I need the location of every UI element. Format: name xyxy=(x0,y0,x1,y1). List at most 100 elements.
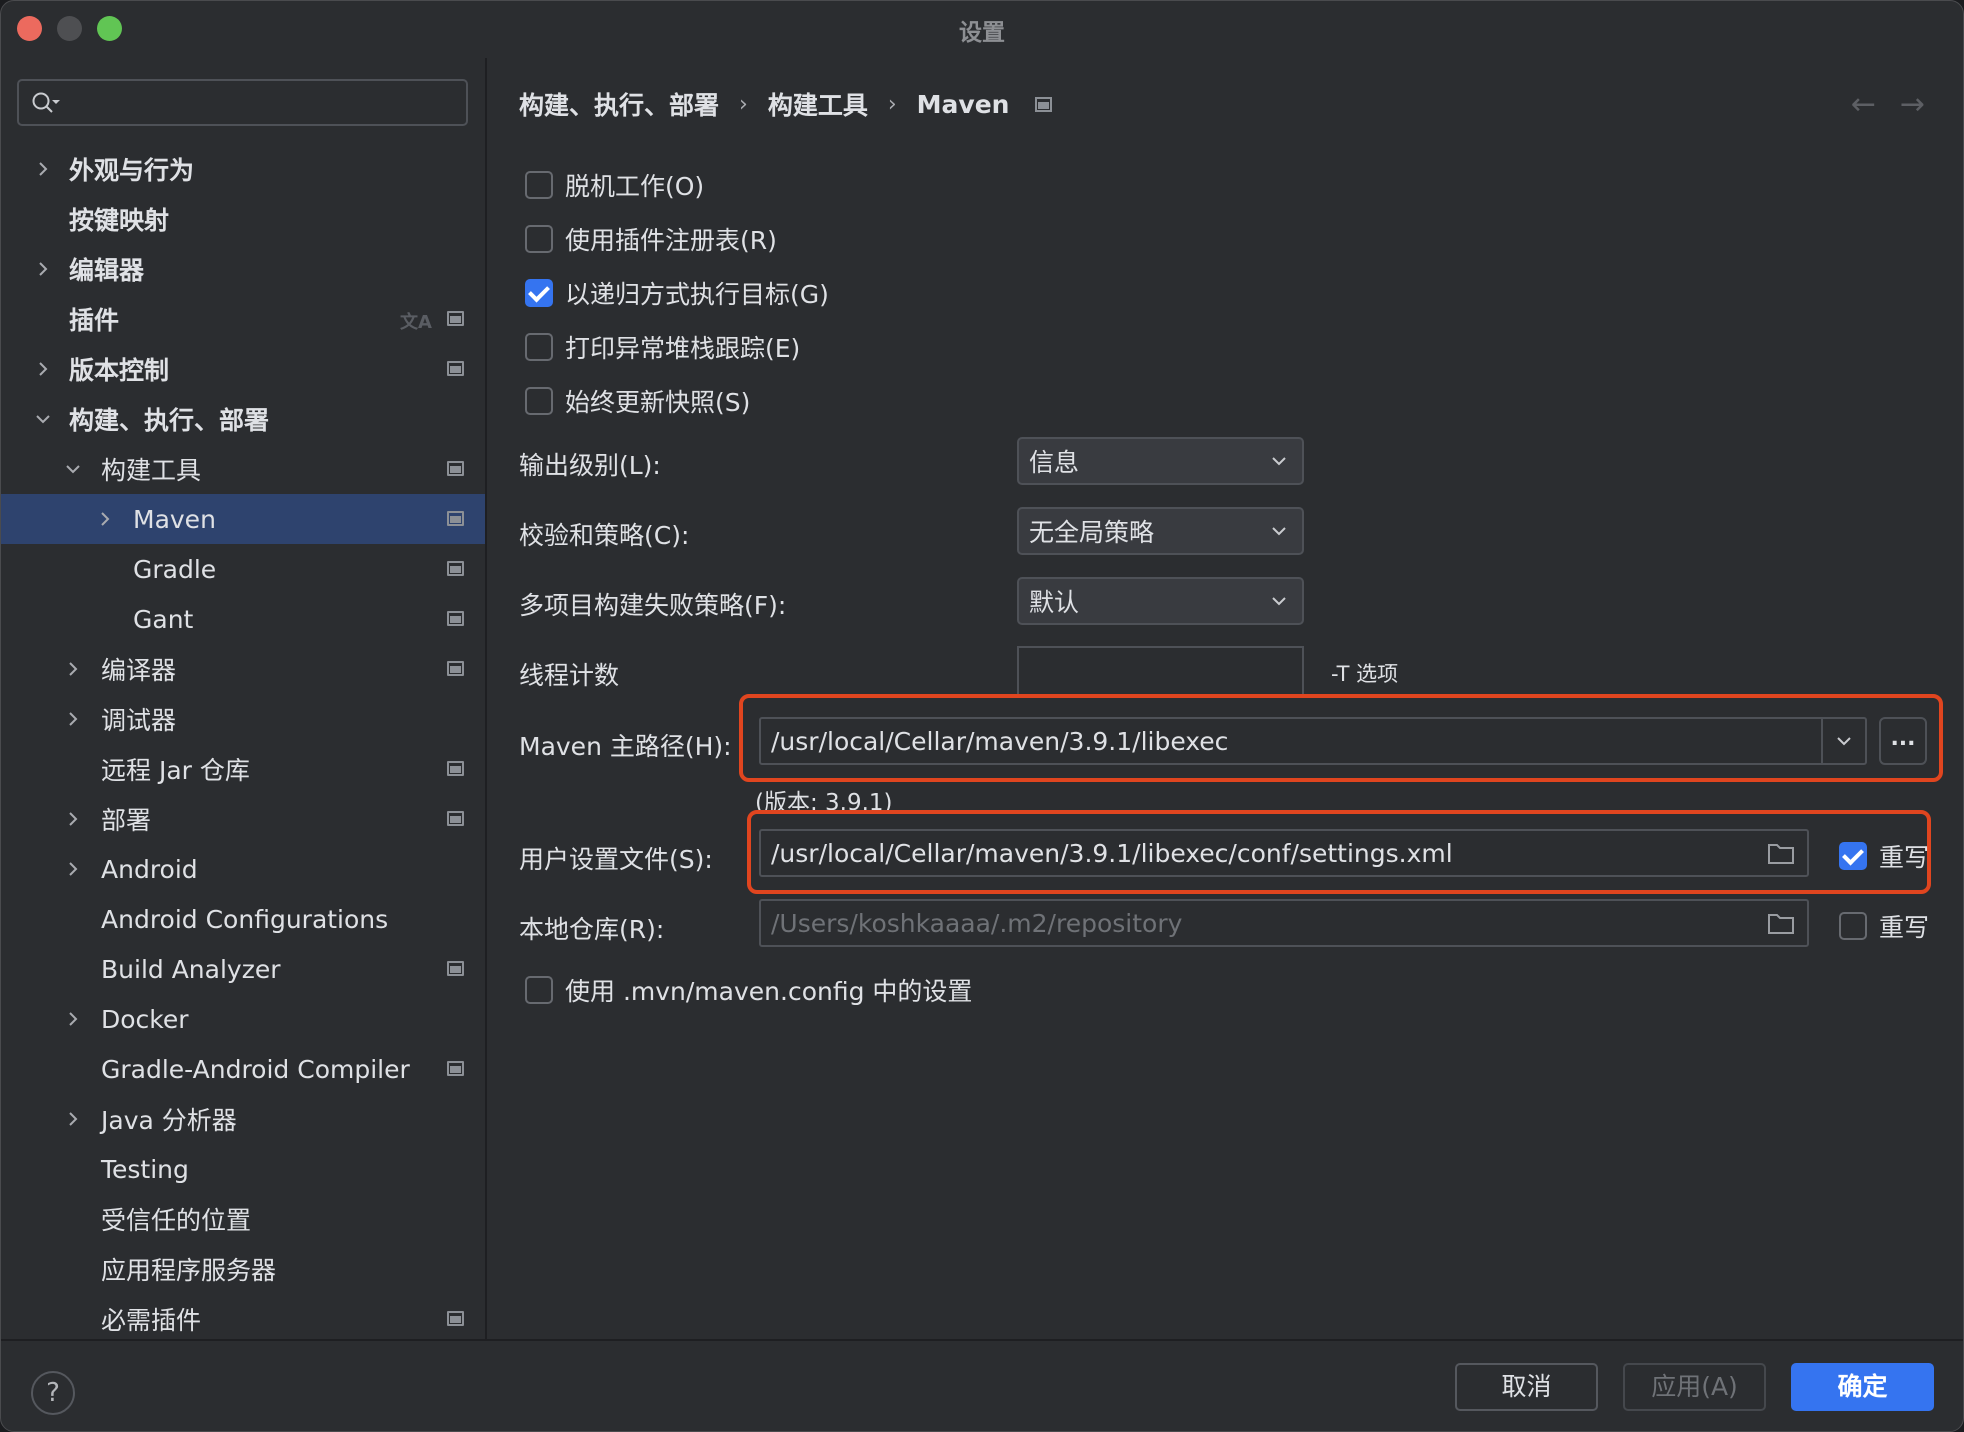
chevron-right-icon[interactable] xyxy=(63,809,83,829)
maven-home-select[interactable]: /usr/local/Cellar/maven/3.9.1/libexec xyxy=(759,717,1867,765)
maven-home-value: /usr/local/Cellar/maven/3.9.1/libexec xyxy=(771,726,1229,756)
checksum-policy-select[interactable]: 无全局策略 xyxy=(1017,507,1304,555)
chevron-right-icon[interactable] xyxy=(33,359,53,379)
project-level-icon xyxy=(447,561,464,576)
maven-home-dropdown-button[interactable] xyxy=(1821,719,1865,763)
chevron-down-icon[interactable] xyxy=(63,459,83,479)
chevron-right-icon[interactable] xyxy=(63,659,83,679)
ok-button[interactable]: 确定 xyxy=(1791,1363,1934,1411)
breadcrumb-item-current: Maven xyxy=(916,89,1010,119)
option-checkbox-row[interactable]: 使用插件注册表(R) xyxy=(525,221,777,257)
option-checkbox-row[interactable]: 脱机工作(O) xyxy=(525,167,704,203)
use-mvn-config-checkbox[interactable] xyxy=(525,976,553,1004)
option-checkbox[interactable] xyxy=(525,279,553,307)
sidebar-item[interactable]: 部署 xyxy=(1,794,485,844)
sidebar-item[interactable]: Docker xyxy=(1,994,485,1044)
maven-home-label: Maven 主路径(H): xyxy=(519,732,732,761)
breadcrumb-separator-icon: › xyxy=(887,91,897,117)
sidebar-item[interactable]: 编辑器 xyxy=(1,244,485,294)
sidebar-item[interactable]: Gradle-Android Compiler xyxy=(1,1044,485,1094)
multiproject-fail-value: 默认 xyxy=(1029,588,1080,617)
sidebar-item[interactable]: 按键映射 xyxy=(1,194,485,244)
sidebar-item[interactable]: Maven xyxy=(1,494,485,544)
option-checkbox[interactable] xyxy=(525,333,553,361)
maven-settings-panel: 构建、执行、部署 › 构建工具 › Maven ← → 脱机工作(O) 使用插件注… xyxy=(487,56,1963,1339)
sidebar-item-label: 编辑器 xyxy=(69,256,145,285)
sidebar-item-label: 部署 xyxy=(101,806,152,835)
folder-icon[interactable] xyxy=(1767,842,1795,866)
chevron-right-icon[interactable] xyxy=(63,859,83,879)
sidebar-item-label: 按键映射 xyxy=(69,206,170,235)
chevron-right-icon[interactable] xyxy=(63,1109,83,1129)
sidebar-item[interactable]: 远程 Jar 仓库 xyxy=(1,744,485,794)
sidebar-item-label: Java 分析器 xyxy=(101,1106,237,1135)
option-checkbox-row[interactable]: 以递归方式执行目标(G) xyxy=(525,275,829,311)
sidebar-item[interactable]: Gradle xyxy=(1,544,485,594)
dialog-footer: ? 取消 应用(A) 确定 xyxy=(1,1339,1963,1431)
maven-home-browse-button[interactable]: ... xyxy=(1879,717,1927,765)
chevron-right-icon[interactable] xyxy=(95,509,115,529)
sidebar-item-label: Android xyxy=(101,854,198,884)
thread-count-label: 线程计数 xyxy=(519,661,620,690)
local-repo-input[interactable]: /Users/koshkaaaa/.m2/repository xyxy=(759,899,1809,947)
sidebar-item-label: Gradle-Android Compiler xyxy=(101,1054,410,1084)
sidebar-item[interactable]: 版本控制 xyxy=(1,344,485,394)
output-level-select[interactable]: 信息 xyxy=(1017,437,1304,485)
window-title: 设置 xyxy=(959,20,1005,46)
option-checkbox[interactable] xyxy=(525,225,553,253)
chevron-right-icon[interactable] xyxy=(63,709,83,729)
settings-search-input[interactable] xyxy=(17,79,468,126)
sidebar-item[interactable]: Build Analyzer xyxy=(1,944,485,994)
sidebar-item[interactable]: Java 分析器 xyxy=(1,1094,485,1144)
option-checkbox-row[interactable]: 打印异常堆栈跟踪(E) xyxy=(525,329,800,365)
sidebar-item[interactable]: Testing xyxy=(1,1144,485,1194)
forward-arrow-icon[interactable]: → xyxy=(1900,90,1925,120)
sidebar-item[interactable]: 调试器 xyxy=(1,694,485,744)
option-checkbox[interactable] xyxy=(525,171,553,199)
history-navigation: ← → xyxy=(1851,90,1925,120)
sidebar-item[interactable]: Android xyxy=(1,844,485,894)
use-mvn-config-checkbox-row[interactable]: 使用 .mvn/maven.config 中的设置 xyxy=(525,972,972,1008)
breadcrumb-separator-icon: › xyxy=(739,91,748,117)
multiproject-fail-select[interactable]: 默认 xyxy=(1017,577,1304,625)
local-repo-override-label: 重写 xyxy=(1879,913,1930,942)
user-settings-input[interactable]: /usr/local/Cellar/maven/3.9.1/libexec/co… xyxy=(759,829,1809,877)
sidebar-item[interactable]: Android Configurations xyxy=(1,894,485,944)
sidebar-item[interactable]: 受信任的位置 xyxy=(1,1194,485,1244)
output-level-value: 信息 xyxy=(1029,448,1080,477)
chevron-right-icon[interactable] xyxy=(33,259,53,279)
sidebar-item-label: 外观与行为 xyxy=(69,156,195,185)
project-level-icon xyxy=(447,611,464,626)
sidebar-item[interactable]: 外观与行为 xyxy=(1,144,485,194)
chevron-right-icon[interactable] xyxy=(33,159,53,179)
sidebar-item-label: Gant xyxy=(133,604,194,634)
sidebar-item-label: 构建工具 xyxy=(101,456,202,485)
sidebar-item[interactable]: Gant xyxy=(1,594,485,644)
multiproject-fail-label: 多项目构建失败策略(F): xyxy=(519,591,787,620)
back-arrow-icon[interactable]: ← xyxy=(1851,90,1876,120)
thread-count-input[interactable] xyxy=(1017,646,1304,696)
cancel-button[interactable]: 取消 xyxy=(1455,1363,1598,1411)
apply-button[interactable]: 应用(A) xyxy=(1623,1363,1766,1411)
chevron-right-icon[interactable] xyxy=(63,1009,83,1029)
option-checkbox-label: 脱机工作(O) xyxy=(565,172,705,201)
folder-icon[interactable] xyxy=(1767,912,1795,936)
checksum-policy-label: 校验和策略(C): xyxy=(519,521,690,550)
option-checkbox[interactable] xyxy=(525,387,553,415)
sidebar-item[interactable]: 插件 文A xyxy=(1,294,485,344)
user-settings-override[interactable]: 重写 xyxy=(1839,838,1929,874)
sidebar-item-label: 版本控制 xyxy=(69,356,170,385)
local-repo-override[interactable]: 重写 xyxy=(1839,908,1929,944)
project-level-icon xyxy=(447,1061,464,1076)
sidebar-item[interactable]: 构建工具 xyxy=(1,444,485,494)
user-settings-override-checkbox[interactable] xyxy=(1839,842,1867,870)
option-checkbox-row[interactable]: 始终更新快照(S) xyxy=(525,383,750,419)
chevron-down-icon[interactable] xyxy=(33,409,53,429)
sidebar-item[interactable]: 应用程序服务器 xyxy=(1,1244,485,1294)
sidebar-item[interactable]: 必需插件 xyxy=(1,1294,485,1344)
sidebar-item[interactable]: 编译器 xyxy=(1,644,485,694)
help-button[interactable]: ? xyxy=(31,1371,75,1415)
sidebar-item[interactable]: 构建、执行、部署 xyxy=(1,394,485,444)
user-settings-override-label: 重写 xyxy=(1879,843,1930,872)
local-repo-override-checkbox[interactable] xyxy=(1839,912,1867,940)
